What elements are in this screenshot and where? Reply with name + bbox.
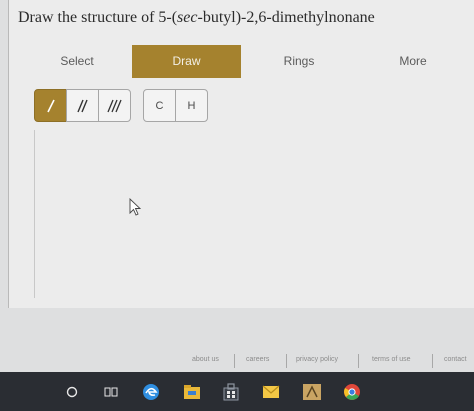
triple-bond-icon [106,99,122,112]
footer-link-about[interactable]: about us [192,356,219,363]
double-bond-icon [76,99,88,112]
mail-icon[interactable] [259,372,283,411]
drawing-toolbar-tabs: Select Draw Rings More [24,45,474,78]
edge-icon[interactable] [139,372,163,411]
drawing-canvas[interactable] [34,130,474,298]
hydrogen-atom-button[interactable]: H [175,89,208,122]
tab-more[interactable]: More [358,45,468,78]
atom-tool-group: C H [143,89,208,122]
footer-link-terms[interactable]: terms of use [372,356,411,363]
store-icon[interactable] [219,372,243,411]
double-bond-button[interactable] [66,89,99,122]
carbon-atom-button[interactable]: C [143,89,176,122]
tab-select[interactable]: Select [24,45,130,78]
chrome-icon[interactable] [340,372,364,411]
triple-bond-button[interactable] [98,89,131,122]
question-prefix: Draw the structure of 5-( [18,9,178,26]
footer-link-privacy[interactable]: privacy policy [296,356,338,363]
footer-links: about us careers privacy policy terms of… [190,354,474,370]
footer-separator [432,354,433,368]
footer-link-careers[interactable]: careers [246,356,269,363]
question-suffix: -butyl)-2,6-dimethylnonane [197,9,375,26]
app-icon[interactable] [300,372,324,411]
file-explorer-icon[interactable] [180,372,204,411]
footer-separator [234,354,235,368]
question-text: Draw the structure of 5-(sec-butyl)-2,6-… [18,9,375,27]
tab-draw[interactable]: Draw [132,45,241,78]
footer-separator [358,354,359,368]
bond-tool-group [34,89,131,122]
question-italic: sec [177,9,198,26]
single-bond-button[interactable] [34,89,67,122]
mouse-cursor-icon [129,198,142,216]
task-view-icon[interactable] [101,372,121,411]
single-bond-icon [46,99,55,112]
footer-link-contact[interactable]: contact [444,356,467,363]
tab-rings[interactable]: Rings [246,45,352,78]
windows-taskbar [0,372,474,411]
footer-separator [286,354,287,368]
search-icon[interactable] [62,372,82,411]
